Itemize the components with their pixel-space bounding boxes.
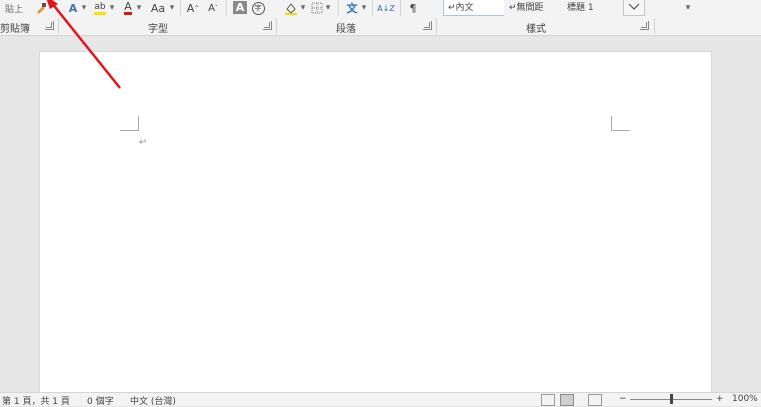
highlight-button[interactable]: ab bbox=[92, 0, 108, 16]
clipboard-group-label: 剪貼簿 bbox=[0, 24, 30, 35]
style-normal[interactable]: ↵內文 bbox=[443, 0, 509, 16]
change-case-dropdown-icon[interactable]: ▾ bbox=[168, 0, 176, 16]
highlight-dropdown-icon[interactable]: ▾ bbox=[108, 0, 116, 16]
paragraph-launcher-icon[interactable] bbox=[423, 21, 432, 30]
shrink-font-button[interactable]: Aˇ bbox=[206, 0, 220, 16]
clipboard-launcher-icon[interactable] bbox=[45, 21, 54, 30]
web-layout-icon[interactable] bbox=[588, 394, 602, 406]
editing-dropdown-icon[interactable]: ▾ bbox=[683, 0, 693, 16]
paragraph-mark: ↵ bbox=[139, 137, 148, 148]
font-launcher-icon[interactable] bbox=[263, 21, 272, 30]
read-mode-icon[interactable] bbox=[541, 394, 555, 406]
shading-icon[interactable] bbox=[283, 0, 299, 16]
text-effects-button[interactable]: A bbox=[66, 0, 80, 16]
show-marks-button[interactable]: ¶ bbox=[406, 0, 420, 16]
styles-group-label: 樣式 bbox=[526, 24, 546, 35]
borders-dropdown-icon[interactable]: ▾ bbox=[324, 0, 332, 16]
font-color-button[interactable]: A bbox=[121, 0, 135, 16]
crop-mark-top-left bbox=[120, 116, 139, 131]
character-shading-button[interactable]: A bbox=[233, 1, 247, 14]
format-painter-icon[interactable] bbox=[34, 0, 48, 16]
zoom-out-button[interactable]: − bbox=[619, 394, 627, 404]
font-color-dropdown-icon[interactable]: ▾ bbox=[135, 0, 143, 16]
style-no-spacing[interactable]: ↵無間距 bbox=[504, 0, 566, 16]
sort-button[interactable]: A↓Z bbox=[377, 0, 395, 16]
paragraph-group-label: 段落 bbox=[336, 24, 356, 35]
zoom-level[interactable]: 100% bbox=[732, 394, 758, 404]
enclose-characters-button[interactable]: 字 bbox=[251, 0, 265, 16]
paste-button[interactable]: 貼上 bbox=[0, 0, 28, 16]
text-effects-dropdown-icon[interactable]: ▾ bbox=[80, 0, 88, 16]
document-page[interactable]: ↵ bbox=[39, 51, 712, 393]
word-count[interactable]: 0 個字 bbox=[87, 394, 114, 407]
borders-icon[interactable] bbox=[310, 0, 324, 16]
print-layout-icon[interactable] bbox=[560, 394, 574, 406]
paste-label: 貼上 bbox=[4, 4, 23, 15]
zoom-in-button[interactable]: + bbox=[716, 394, 724, 404]
styles-launcher-icon[interactable] bbox=[640, 21, 649, 30]
grow-font-button[interactable]: A ^ bbox=[186, 0, 200, 16]
page-count[interactable]: 第 1 頁，共 1 頁 bbox=[2, 394, 70, 407]
asian-layout-dropdown-icon[interactable]: ▾ bbox=[360, 0, 368, 16]
zoom-slider-thumb[interactable] bbox=[669, 394, 673, 404]
change-case-button[interactable]: Aa bbox=[148, 0, 168, 16]
language-indicator[interactable]: 中文 (台灣) bbox=[130, 394, 176, 407]
style-heading-1[interactable]: 標題 1 bbox=[562, 0, 624, 16]
status-bar: 第 1 頁，共 1 頁 0 個字 中文 (台灣) − + 100% bbox=[0, 392, 761, 407]
font-group-label: 字型 bbox=[148, 24, 168, 35]
shading-dropdown-icon[interactable]: ▾ bbox=[299, 0, 307, 16]
ribbon: 貼上 剪貼簿 A ▾ ab ▾ A ▾ Aa ▾ A ^ Aˇ A 字 字型 ▾ … bbox=[0, 0, 761, 36]
styles-more-button[interactable] bbox=[623, 0, 645, 16]
asian-layout-button[interactable]: 文 bbox=[344, 0, 360, 16]
crop-mark-top-right bbox=[611, 116, 630, 131]
